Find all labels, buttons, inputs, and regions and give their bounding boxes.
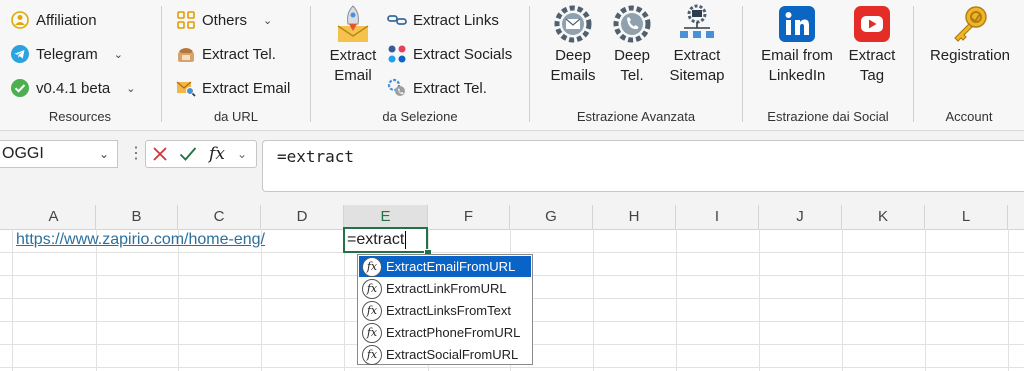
links-icon — [387, 10, 407, 30]
grid-line — [12, 229, 13, 371]
linkedin-icon — [777, 4, 817, 44]
email-search-icon — [176, 78, 196, 98]
more-options-icon[interactable]: ⋮ — [128, 143, 144, 163]
grid-line — [759, 229, 760, 371]
chevron-down-icon: ⌄ — [113, 48, 123, 61]
column-header-g[interactable]: G — [510, 205, 593, 229]
column-header-b[interactable]: B — [96, 205, 178, 229]
rocket-envelope-icon — [333, 4, 373, 44]
affiliation-icon — [10, 10, 30, 30]
grid-line — [842, 229, 843, 371]
chevron-down-icon[interactable]: ⌄ — [99, 147, 109, 161]
sitemap-icon — [677, 4, 717, 44]
others-button[interactable]: Others ⌄ — [176, 7, 272, 33]
deep-tel-gear-icon — [612, 4, 652, 44]
column-header-d[interactable]: D — [261, 205, 344, 229]
autocomplete-item[interactable]: fx ExtractLinkFromURL — [359, 278, 531, 299]
autocomplete-item[interactable]: fx ExtractLinksFromText — [359, 300, 531, 321]
group-da-url: Others ⌄ Extract Tel. Extract Email da U… — [162, 0, 310, 130]
phone-gear-icon — [387, 78, 407, 98]
version-button[interactable]: v0.4.1 beta ⌄ — [10, 75, 135, 101]
cell-a1-link[interactable]: https://www.zapirio.com/home-eng/ — [16, 229, 265, 251]
grid-line — [925, 229, 926, 371]
group-label-da-selezione: da Selezione — [382, 109, 458, 124]
column-header-l[interactable]: L — [925, 205, 1008, 229]
column-header-c[interactable]: C — [178, 205, 261, 229]
phone-icon — [176, 44, 196, 64]
confirm-icon[interactable] — [174, 141, 202, 167]
group-resources: Affiliation Telegram ⌄ v0.4.1 beta ⌄ Res… — [0, 0, 160, 130]
group-label-account: Account — [945, 109, 993, 124]
insert-function-icon[interactable]: fx — [202, 141, 232, 167]
group-label-estrazione-social: Estrazione dai Social — [767, 109, 889, 124]
extract-tel-selection-button[interactable]: Extract Tel. — [387, 75, 487, 101]
group-account: Registration Account — [914, 0, 1024, 130]
name-box[interactable]: OGGI ⌄ — [0, 140, 118, 168]
ribbon: Affiliation Telegram ⌄ v0.4.1 beta ⌄ Res… — [0, 0, 1024, 131]
chevron-down-icon: ⌄ — [263, 14, 273, 27]
grid-line — [676, 229, 677, 371]
check-circle-icon — [10, 78, 30, 98]
column-header-f[interactable]: F — [428, 205, 510, 229]
function-icon: fx — [362, 344, 382, 365]
autocomplete-item[interactable]: fx ExtractEmailFromURL — [359, 256, 531, 277]
column-header-i[interactable]: I — [676, 205, 759, 229]
column-headers: A B C D E F G H I J K L — [0, 205, 1024, 230]
cancel-icon[interactable] — [146, 141, 174, 167]
function-autocomplete-list: fx ExtractEmailFromURL fx ExtractLinkFro… — [357, 254, 533, 365]
email-from-linkedin-button[interactable]: Email from LinkedIn — [757, 4, 837, 86]
cell-e1-value: =extract — [347, 231, 405, 248]
extract-tel-url-button[interactable]: Extract Tel. — [176, 41, 276, 67]
column-header-a[interactable]: A — [12, 205, 96, 229]
extract-email-big-button[interactable]: Extract Email — [327, 4, 379, 86]
extract-tag-button[interactable]: Extract Tag — [845, 4, 899, 86]
extract-socials-button[interactable]: Extract Socials — [387, 41, 512, 67]
autocomplete-item[interactable]: fx ExtractPhoneFromURL — [359, 322, 531, 343]
extract-links-button[interactable]: Extract Links — [387, 7, 499, 33]
telegram-icon — [10, 44, 30, 64]
text-caret — [405, 230, 407, 249]
extract-email-url-button[interactable]: Extract Email — [176, 75, 290, 101]
grid-line — [0, 367, 1024, 368]
grid-line — [593, 229, 594, 371]
column-header-e[interactable]: E — [344, 205, 428, 229]
active-cell-e1[interactable]: =extract — [343, 227, 428, 253]
column-header-j[interactable]: J — [759, 205, 842, 229]
telegram-button[interactable]: Telegram ⌄ — [10, 41, 123, 67]
registration-button[interactable]: Registration — [926, 4, 1014, 66]
group-estrazione-social: Email from LinkedIn Extract Tag Estrazio… — [743, 0, 913, 130]
function-icon: fx — [362, 322, 382, 343]
formula-bar: OGGI ⌄ ⋮ fx ⌄ =extract — [0, 131, 1024, 197]
group-estrazione-avanzata: Deep Emails Deep Tel. Extract Sitemap Es… — [530, 0, 742, 130]
deep-emails-button[interactable]: Deep Emails — [546, 4, 600, 86]
column-header-k[interactable]: K — [842, 205, 925, 229]
socials-icon — [387, 44, 407, 64]
group-da-selezione: Extract Email Extract Links Extract Soci… — [311, 0, 529, 130]
grid-line — [1008, 229, 1009, 371]
deep-tel-button[interactable]: Deep Tel. — [608, 4, 656, 86]
function-icon: fx — [362, 256, 382, 277]
chevron-down-icon[interactable]: ⌄ — [232, 141, 252, 167]
key-icon — [950, 4, 990, 44]
group-label-resources: Resources — [48, 109, 112, 124]
function-icon: fx — [362, 278, 382, 299]
column-header-h[interactable]: H — [593, 205, 676, 229]
grid-line — [0, 252, 1024, 253]
deep-emails-gear-icon — [553, 4, 593, 44]
grid-icon — [176, 10, 196, 30]
chevron-down-icon: ⌄ — [126, 82, 136, 95]
youtube-icon — [852, 4, 892, 44]
formula-controls: fx ⌄ — [145, 140, 257, 168]
extract-sitemap-button[interactable]: Extract Sitemap — [666, 4, 728, 86]
group-label-estrazione-avanzata: Estrazione Avanzata — [576, 109, 696, 124]
function-icon: fx — [362, 300, 382, 321]
formula-input[interactable]: =extract — [262, 140, 1024, 192]
autocomplete-item[interactable]: fx ExtractSocialFromURL — [359, 344, 531, 365]
group-label-da-url: da URL — [213, 109, 259, 124]
formula-bar-gap — [0, 197, 1024, 205]
affiliation-button[interactable]: Affiliation — [10, 7, 97, 33]
